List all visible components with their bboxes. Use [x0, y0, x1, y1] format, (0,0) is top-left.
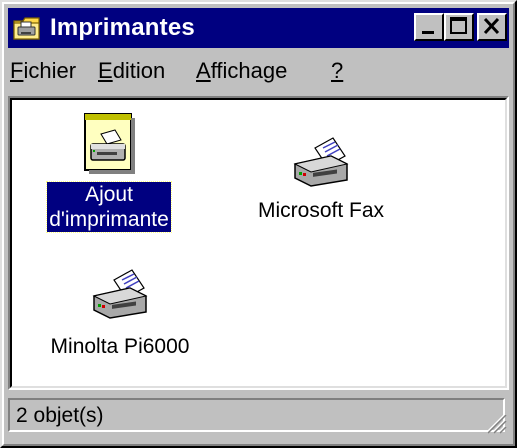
close-button[interactable]	[477, 13, 507, 41]
menu-label: ichier	[23, 58, 77, 83]
resize-grip-icon[interactable]	[481, 408, 507, 434]
menu-accel: F	[10, 58, 24, 83]
menu-fichier[interactable]: Fichier	[10, 58, 76, 84]
printers-view[interactable]: Ajout d'imprimante Microsoft Fax Minolta…	[8, 96, 509, 390]
status-pane: 2 objet(s)	[8, 398, 505, 432]
printers-folder-icon	[13, 17, 40, 40]
menu-label: dition	[112, 58, 166, 83]
icon-microsoft-fax[interactable]: Microsoft Fax	[236, 136, 406, 223]
printers-window: Imprimantes Fichier Edition Affichage ?	[0, 0, 517, 448]
maximize-button[interactable]	[444, 13, 474, 41]
icon-add-printer[interactable]: Ajout d'imprimante	[34, 110, 184, 233]
minimize-button[interactable]	[414, 13, 444, 41]
caption-line-2: d'imprimante	[49, 208, 169, 231]
menu-help[interactable]: ?	[331, 58, 343, 84]
minolta-pi6000-label: Minolta Pi6000	[50, 335, 190, 358]
caption-line-1: Ajout	[85, 183, 133, 206]
menu-accel: ?	[331, 58, 344, 83]
window-title: Imprimantes	[50, 14, 195, 41]
menu-affichage[interactable]: Affichage	[196, 58, 287, 84]
printer-icon	[293, 137, 349, 187]
maximize-icon	[450, 17, 467, 34]
add-printer-label[interactable]: Ajout d'imprimante	[34, 176, 184, 233]
status-text: 2 objet(s)	[16, 404, 104, 427]
menu-edition[interactable]: Edition	[98, 58, 165, 84]
menu-accel: A	[196, 58, 211, 83]
close-icon	[483, 17, 500, 35]
menu-label: ffichage	[210, 58, 288, 83]
status-bar: 2 objet(s)	[8, 396, 509, 436]
microsoft-fax-label: Microsoft Fax	[257, 199, 385, 222]
add-printer-icon	[84, 113, 135, 174]
icon-minolta-pi6000[interactable]: Minolta Pi6000	[30, 268, 210, 359]
menu-accel: E	[98, 58, 113, 83]
add-printer-caption: Ajout d'imprimante	[46, 181, 172, 233]
menu-bar: Fichier Edition Affichage ?	[8, 50, 509, 90]
minimize-icon	[422, 31, 434, 34]
printer-icon	[92, 269, 148, 319]
title-bar[interactable]: Imprimantes	[8, 8, 509, 48]
